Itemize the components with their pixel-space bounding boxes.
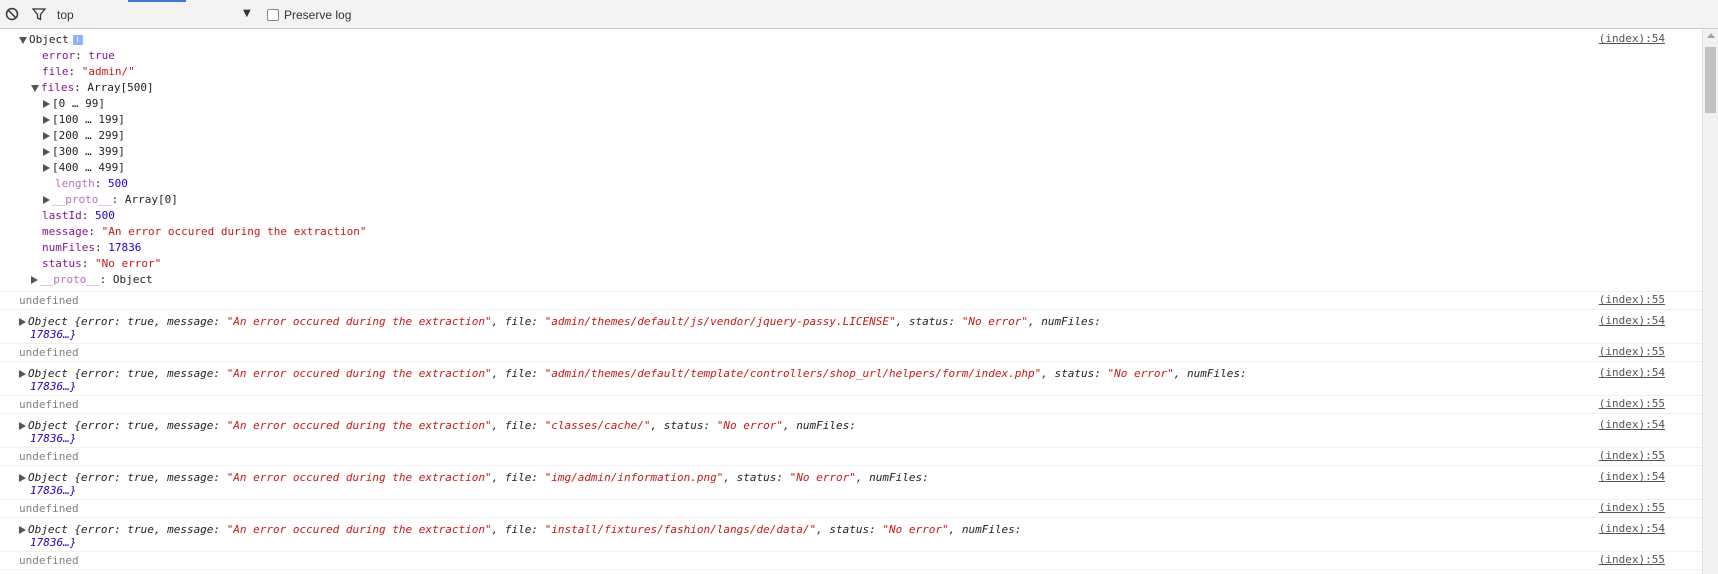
array-range[interactable]: [100 … 199] [43,112,125,128]
filter-icon[interactable] [32,7,46,21]
source-link[interactable]: (index):54 [1599,418,1665,431]
clear-console-icon[interactable] [5,7,19,21]
prop-numfiles: numFiles: 17836 [42,241,142,254]
active-tab-indicator [128,0,186,2]
array-range[interactable]: [400 … 499] [43,160,125,176]
info-icon[interactable]: i [72,35,83,45]
source-link[interactable]: (index):54 [1599,314,1665,327]
array-range[interactable]: [300 … 399] [43,144,125,160]
array-range[interactable]: [200 … 299] [43,128,125,144]
prop-length: length: 500 [55,177,128,190]
source-link[interactable]: (index):55 [1599,345,1665,358]
prop-files[interactable]: files: Array[500] [31,80,154,96]
source-link[interactable]: (index):54 [1599,32,1665,45]
chevron-down-icon[interactable]: ▼ [243,8,251,19]
prop-error: error: true [42,49,115,62]
console-message-undefined: undefined (index):55 [0,448,1702,466]
expand-triangle-icon[interactable] [43,196,50,204]
collapse-triangle-icon[interactable] [31,84,39,92]
expand-triangle-icon[interactable] [43,116,50,124]
console-message-object[interactable]: (index):54 Object {error: true, message:… [0,518,1702,552]
expand-triangle-icon[interactable] [19,526,26,534]
console-message-undefined: undefined (index):55 [0,292,1702,310]
preserve-log-label[interactable]: Preserve log [284,8,351,22]
prop-message: message: "An error occured during the ex… [42,225,367,238]
scrollbar-thumb[interactable] [1705,47,1716,113]
source-link[interactable]: (index):54 [1599,470,1665,483]
source-link[interactable]: (index):55 [1599,449,1665,462]
prop-lastid: lastId: 500 [42,209,115,222]
console-message-undefined: undefined (index):55 [0,500,1702,518]
source-link[interactable]: (index):55 [1599,501,1665,514]
collapse-triangle-icon[interactable] [19,36,27,44]
expand-triangle-icon[interactable] [43,148,50,156]
console-message-object[interactable]: (index):54 Object {error: true, message:… [0,362,1702,396]
source-link[interactable]: (index):55 [1599,397,1665,410]
expand-triangle-icon[interactable] [19,370,26,378]
console-message-undefined: undefined (index):55 [0,396,1702,414]
prop-status: status: "No error" [42,257,162,270]
vertical-scrollbar[interactable] [1702,29,1718,574]
console-message-undefined: undefined (index):55 [0,552,1702,570]
object-header[interactable]: Object i [19,32,83,48]
console-message-object-expanded: (index):54 Object i error: true file: "ad… [0,29,1702,292]
preserve-log-checkbox[interactable] [267,9,279,21]
expand-triangle-icon[interactable] [31,276,38,284]
console-message-object[interactable]: (index):54 Object {error: true, message:… [0,310,1702,344]
console-message-object[interactable]: (index):54 Object {error: true, message:… [0,466,1702,500]
expand-triangle-icon[interactable] [43,100,50,108]
console-output: (index):54 Object i error: true file: "ad… [0,29,1702,574]
console-toolbar: top ▼ Preserve log [0,0,1718,29]
console-message-object[interactable]: (index):54 Object {error: true, message:… [0,414,1702,448]
expand-triangle-icon[interactable] [19,422,26,430]
prop-file: file: "admin/" [42,65,135,78]
expand-triangle-icon[interactable] [19,474,26,482]
prop-proto-object[interactable]: __proto__: Object [31,272,153,288]
expand-triangle-icon[interactable] [19,318,26,326]
expand-triangle-icon[interactable] [43,164,50,172]
array-range[interactable]: [0 … 99] [43,96,105,112]
source-link[interactable]: (index):54 [1599,366,1665,379]
source-link[interactable]: (index):55 [1599,553,1665,566]
prop-proto-array[interactable]: __proto__: Array[0] [43,192,178,208]
console-message-undefined: undefined (index):55 [0,344,1702,362]
context-selector[interactable]: top [57,8,74,22]
source-link[interactable]: (index):55 [1599,293,1665,306]
scroll-up-arrow-icon[interactable] [1707,33,1715,38]
source-link[interactable]: (index):54 [1599,522,1665,535]
expand-triangle-icon[interactable] [43,132,50,140]
